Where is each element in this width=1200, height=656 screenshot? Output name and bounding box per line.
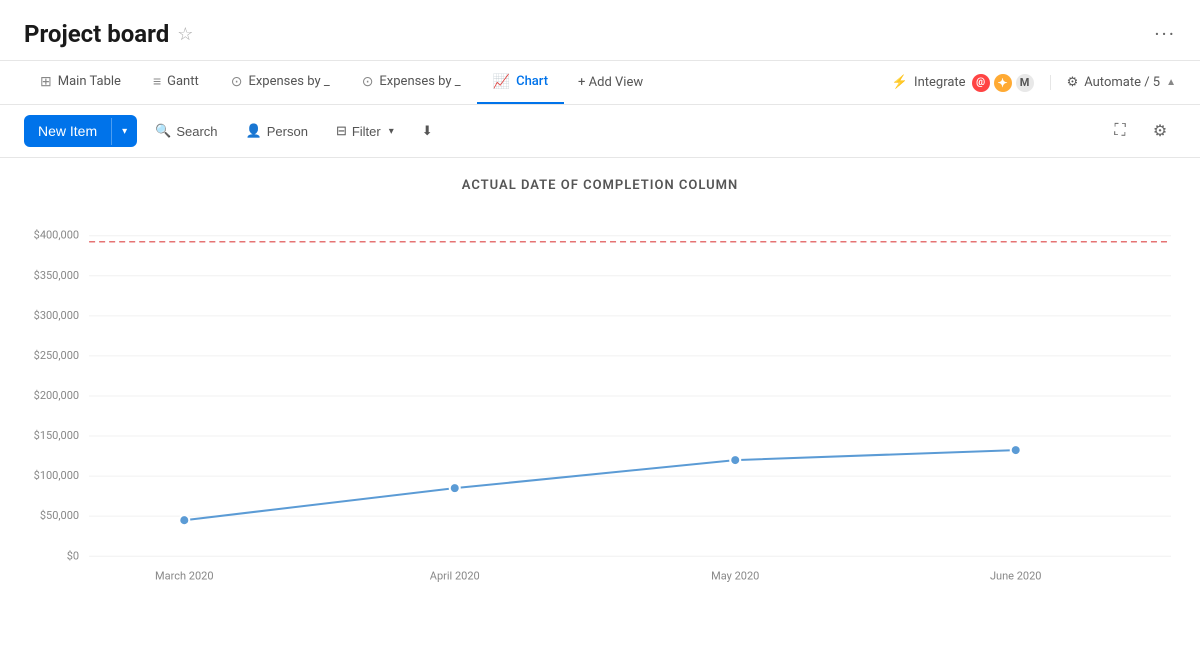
integrate-button[interactable]: ⚡ Integrate @ ✦ M bbox=[892, 74, 1034, 92]
toolbar-right: ⛶ ⚙ bbox=[1104, 115, 1176, 147]
header-left: Project board ☆ bbox=[24, 20, 193, 48]
y-label-50k: $50,000 bbox=[40, 509, 79, 522]
person-icon: 👤 bbox=[246, 123, 262, 139]
page-title: Project board bbox=[24, 20, 169, 48]
table-icon: ⊞ bbox=[40, 74, 52, 90]
automate-button[interactable]: ⚙ Automate / 5 ▲ bbox=[1050, 75, 1176, 90]
integrate-icon-yellow: ✦ bbox=[994, 74, 1012, 92]
chart-tab-icon: 📈 bbox=[493, 74, 510, 90]
tabs-right: ⚡ Integrate @ ✦ M ⚙ Automate / 5 ▲ bbox=[892, 74, 1176, 92]
toolbar-left: New Item ▾ 🔍 Search 👤 Person ⊟ Filter ▾ … bbox=[24, 115, 443, 147]
chart-title: ACTUAL DATE OF COMPLETION COLUMN bbox=[24, 178, 1176, 193]
tabs-row: ⊞ Main Table ≡ Gantt ⊙ Expenses by _ ⊙ E… bbox=[0, 61, 1200, 105]
y-label-100k: $100,000 bbox=[34, 469, 79, 482]
tab-chart[interactable]: 📈 Chart bbox=[477, 62, 564, 104]
y-label-300k: $300,000 bbox=[34, 309, 79, 322]
y-label-0: $0 bbox=[67, 549, 79, 562]
x-label-march: March 2020 bbox=[155, 569, 214, 582]
tabs-left: ⊞ Main Table ≡ Gantt ⊙ Expenses by _ ⊙ E… bbox=[24, 61, 657, 104]
settings-icon: ⚙ bbox=[1153, 121, 1167, 141]
chevron-up-icon: ▲ bbox=[1166, 77, 1176, 88]
filter-icon: ⊟ bbox=[336, 123, 347, 139]
expenses2-icon: ⊙ bbox=[362, 74, 374, 90]
y-label-400k: $400,000 bbox=[34, 229, 79, 242]
more-options-icon[interactable]: ··· bbox=[1154, 22, 1176, 46]
tab-gantt[interactable]: ≡ Gantt bbox=[137, 61, 215, 104]
data-point-june bbox=[1011, 445, 1021, 455]
filter-button[interactable]: ⊟ Filter ▾ bbox=[326, 117, 404, 145]
data-point-march bbox=[179, 515, 189, 525]
integrate-icon-m: M bbox=[1016, 74, 1034, 92]
toolbar: New Item ▾ 🔍 Search 👤 Person ⊟ Filter ▾ … bbox=[0, 105, 1200, 158]
chart-container: $400,000 $350,000 $300,000 $250,000 $200… bbox=[24, 209, 1176, 609]
search-icon: 🔍 bbox=[155, 123, 171, 139]
tab-expenses1[interactable]: ⊙ Expenses by _ bbox=[215, 62, 346, 104]
x-label-may: May 2020 bbox=[711, 569, 759, 582]
y-label-250k: $250,000 bbox=[34, 349, 79, 362]
star-icon[interactable]: ☆ bbox=[177, 24, 193, 45]
search-button[interactable]: 🔍 Search bbox=[145, 117, 227, 145]
new-item-button[interactable]: New Item ▾ bbox=[24, 115, 137, 147]
tab-expenses2[interactable]: ⊙ Expenses by _ bbox=[346, 62, 477, 104]
chart-area: ACTUAL DATE OF COMPLETION COLUMN $400,00… bbox=[0, 158, 1200, 618]
download-button[interactable]: ⬇ bbox=[412, 117, 443, 145]
tab-main-table[interactable]: ⊞ Main Table bbox=[24, 62, 137, 104]
integrate-icon-red: @ bbox=[972, 74, 990, 92]
new-item-dropdown-arrow[interactable]: ▾ bbox=[111, 118, 137, 145]
header: Project board ☆ ··· bbox=[0, 0, 1200, 61]
fullscreen-icon: ⛶ bbox=[1114, 122, 1125, 140]
data-point-april bbox=[450, 483, 460, 493]
fullscreen-button[interactable]: ⛶ bbox=[1104, 115, 1136, 147]
settings-button[interactable]: ⚙ bbox=[1144, 115, 1176, 147]
data-line bbox=[184, 450, 1015, 520]
person-button[interactable]: 👤 Person bbox=[236, 117, 318, 145]
download-icon: ⬇ bbox=[422, 123, 433, 139]
y-label-350k: $350,000 bbox=[34, 269, 79, 282]
x-label-april: April 2020 bbox=[430, 569, 480, 582]
integrate-icons: @ ✦ M bbox=[972, 74, 1034, 92]
y-label-150k: $150,000 bbox=[34, 429, 79, 442]
x-label-june: June 2020 bbox=[990, 569, 1041, 582]
chart-svg: $400,000 $350,000 $300,000 $250,000 $200… bbox=[24, 209, 1176, 609]
y-label-200k: $200,000 bbox=[34, 389, 79, 402]
data-point-may bbox=[730, 455, 740, 465]
gantt-icon: ≡ bbox=[153, 73, 161, 90]
integrate-icon: ⚡ bbox=[892, 75, 908, 90]
add-view-tab[interactable]: + Add View bbox=[564, 63, 657, 102]
filter-dropdown-arrow: ▾ bbox=[389, 126, 394, 137]
expenses1-icon: ⊙ bbox=[231, 74, 243, 90]
automate-icon: ⚙ bbox=[1067, 75, 1079, 90]
